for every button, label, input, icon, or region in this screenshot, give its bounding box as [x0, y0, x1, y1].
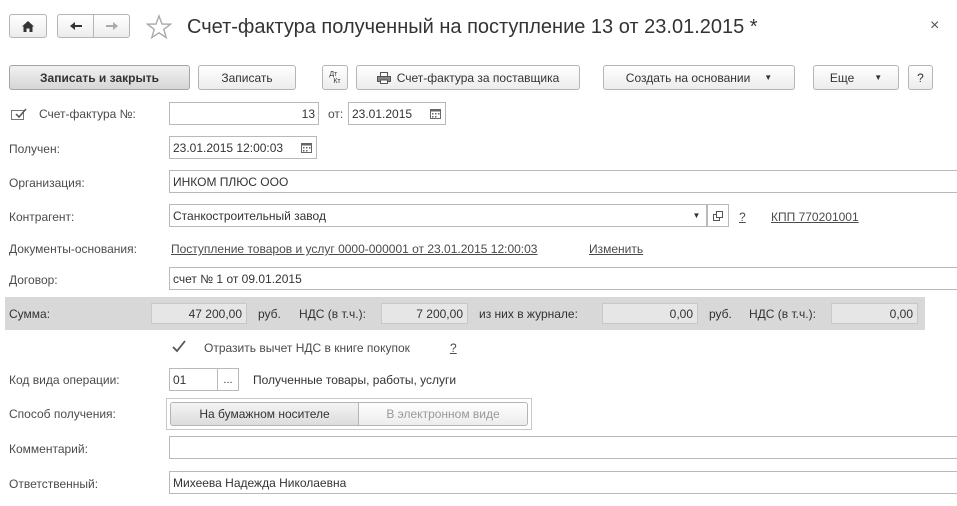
save-button[interactable]: Записать	[198, 65, 296, 90]
open-window-icon	[713, 210, 723, 221]
save-and-close-button[interactable]: Записать и закрыть	[9, 65, 190, 90]
arrow-left-icon	[69, 22, 82, 30]
reflect-vat-help-link[interactable]: ?	[450, 340, 457, 356]
sum-label: Сумма:	[9, 307, 51, 321]
calendar-icon	[301, 142, 312, 153]
chevron-down-icon: ▼	[764, 73, 773, 82]
counterparty-label: Контрагент:	[9, 210, 75, 224]
journal-value: 0,00	[602, 303, 698, 324]
favorite-star-icon[interactable]	[145, 14, 173, 40]
create-based-on-button[interactable]: Создать на основании ▼	[603, 65, 795, 90]
currency-label: руб.	[258, 307, 281, 321]
counterparty-dropdown-button[interactable]: ▼	[687, 204, 707, 227]
responsible-label: Ответственный:	[9, 477, 99, 491]
dt-kt-icon: Дт Кт	[329, 71, 340, 85]
organization-label: Организация:	[9, 176, 85, 190]
supplier-invoice-label: Счет-фактура за поставщика	[396, 70, 560, 85]
base-documents-label: Документы-основания:	[9, 242, 137, 256]
calendar-icon	[430, 108, 441, 119]
counterparty-help-link[interactable]: ?	[739, 209, 746, 225]
vat-label: НДС (в т.ч.):	[299, 307, 366, 321]
chevron-down-icon: ▼	[874, 73, 883, 82]
window-title: Счет-фактура полученный на поступление 1…	[187, 16, 758, 38]
reflect-vat-label: Отразить вычет НДС в книге покупок	[204, 341, 410, 355]
comment-input[interactable]	[169, 436, 957, 459]
dt-kt-button[interactable]: Дт Кт	[322, 65, 348, 90]
checkmark-icon	[172, 340, 186, 353]
journal-vat-label: НДС (в т.ч.):	[749, 307, 816, 321]
help-button[interactable]: ?	[908, 65, 933, 90]
calendar-button[interactable]	[426, 102, 446, 125]
calendar-button[interactable]	[297, 136, 317, 159]
received-label: Получен:	[9, 142, 60, 156]
contract-label: Договор:	[9, 273, 58, 287]
invoice-number-input[interactable]: 13	[169, 102, 319, 125]
base-document-link[interactable]: Поступление товаров и услуг 0000-000001 …	[171, 241, 537, 257]
counterparty-open-button[interactable]	[707, 204, 729, 227]
journal-label: из них в журнале:	[479, 307, 578, 321]
responsible-input[interactable]: Михеева Надежда Николаевна	[169, 471, 957, 494]
kt-text: Кт	[333, 77, 341, 85]
method-electronic-button[interactable]: В электронном виде	[358, 402, 528, 426]
journal-vat-value: 0,00	[831, 303, 918, 324]
document-check-icon	[11, 108, 27, 124]
operation-code-label: Код вида операции:	[9, 373, 120, 387]
invoice-date-from-label: от:	[328, 107, 344, 121]
chevron-down-icon: ▼	[692, 211, 701, 220]
contract-input[interactable]: счет № 1 от 09.01.2015	[169, 267, 957, 290]
operation-code-input[interactable]: 01	[169, 368, 217, 391]
receive-method-label: Способ получения:	[9, 407, 116, 421]
create-based-on-label: Создать на основании	[625, 70, 751, 85]
arrow-right-icon	[105, 22, 118, 30]
change-link[interactable]: Изменить	[589, 241, 643, 257]
more-button[interactable]: Еще ▼	[813, 65, 899, 90]
counterparty-input[interactable]: Станкостроительный завод	[169, 204, 687, 227]
kpp-link[interactable]: КПП 770201001	[771, 209, 859, 225]
invoice-number-label: Счет-фактура №:	[39, 107, 136, 121]
forward-button[interactable]	[93, 14, 130, 38]
home-icon	[22, 20, 34, 32]
vat-value: 7 200,00	[381, 303, 468, 324]
reflect-vat-checkbox[interactable]	[171, 339, 187, 355]
operation-code-description: Полученные товары, работы, услуги	[253, 373, 457, 387]
comment-label: Комментарий:	[9, 442, 88, 456]
sum-value: 47 200,00	[151, 303, 247, 324]
back-button[interactable]	[57, 14, 94, 38]
close-icon[interactable]: ×	[930, 16, 939, 36]
currency-label: руб.	[709, 307, 732, 321]
supplier-invoice-button[interactable]: Счет-фактура за поставщика	[356, 65, 580, 90]
home-button[interactable]	[9, 14, 47, 38]
invoice-date-input[interactable]: 23.01.2015	[348, 102, 426, 125]
organization-input[interactable]: ИНКОМ ПЛЮС ООО	[169, 170, 957, 193]
operation-code-select-button[interactable]: ...	[217, 368, 239, 391]
more-label: Еще	[829, 70, 855, 85]
method-paper-button[interactable]: На бумажном носителе	[170, 402, 359, 426]
dt-text: Дт	[329, 70, 338, 78]
printer-icon	[376, 71, 391, 84]
received-datetime-input[interactable]: 23.01.2015 12:00:03	[169, 136, 297, 159]
